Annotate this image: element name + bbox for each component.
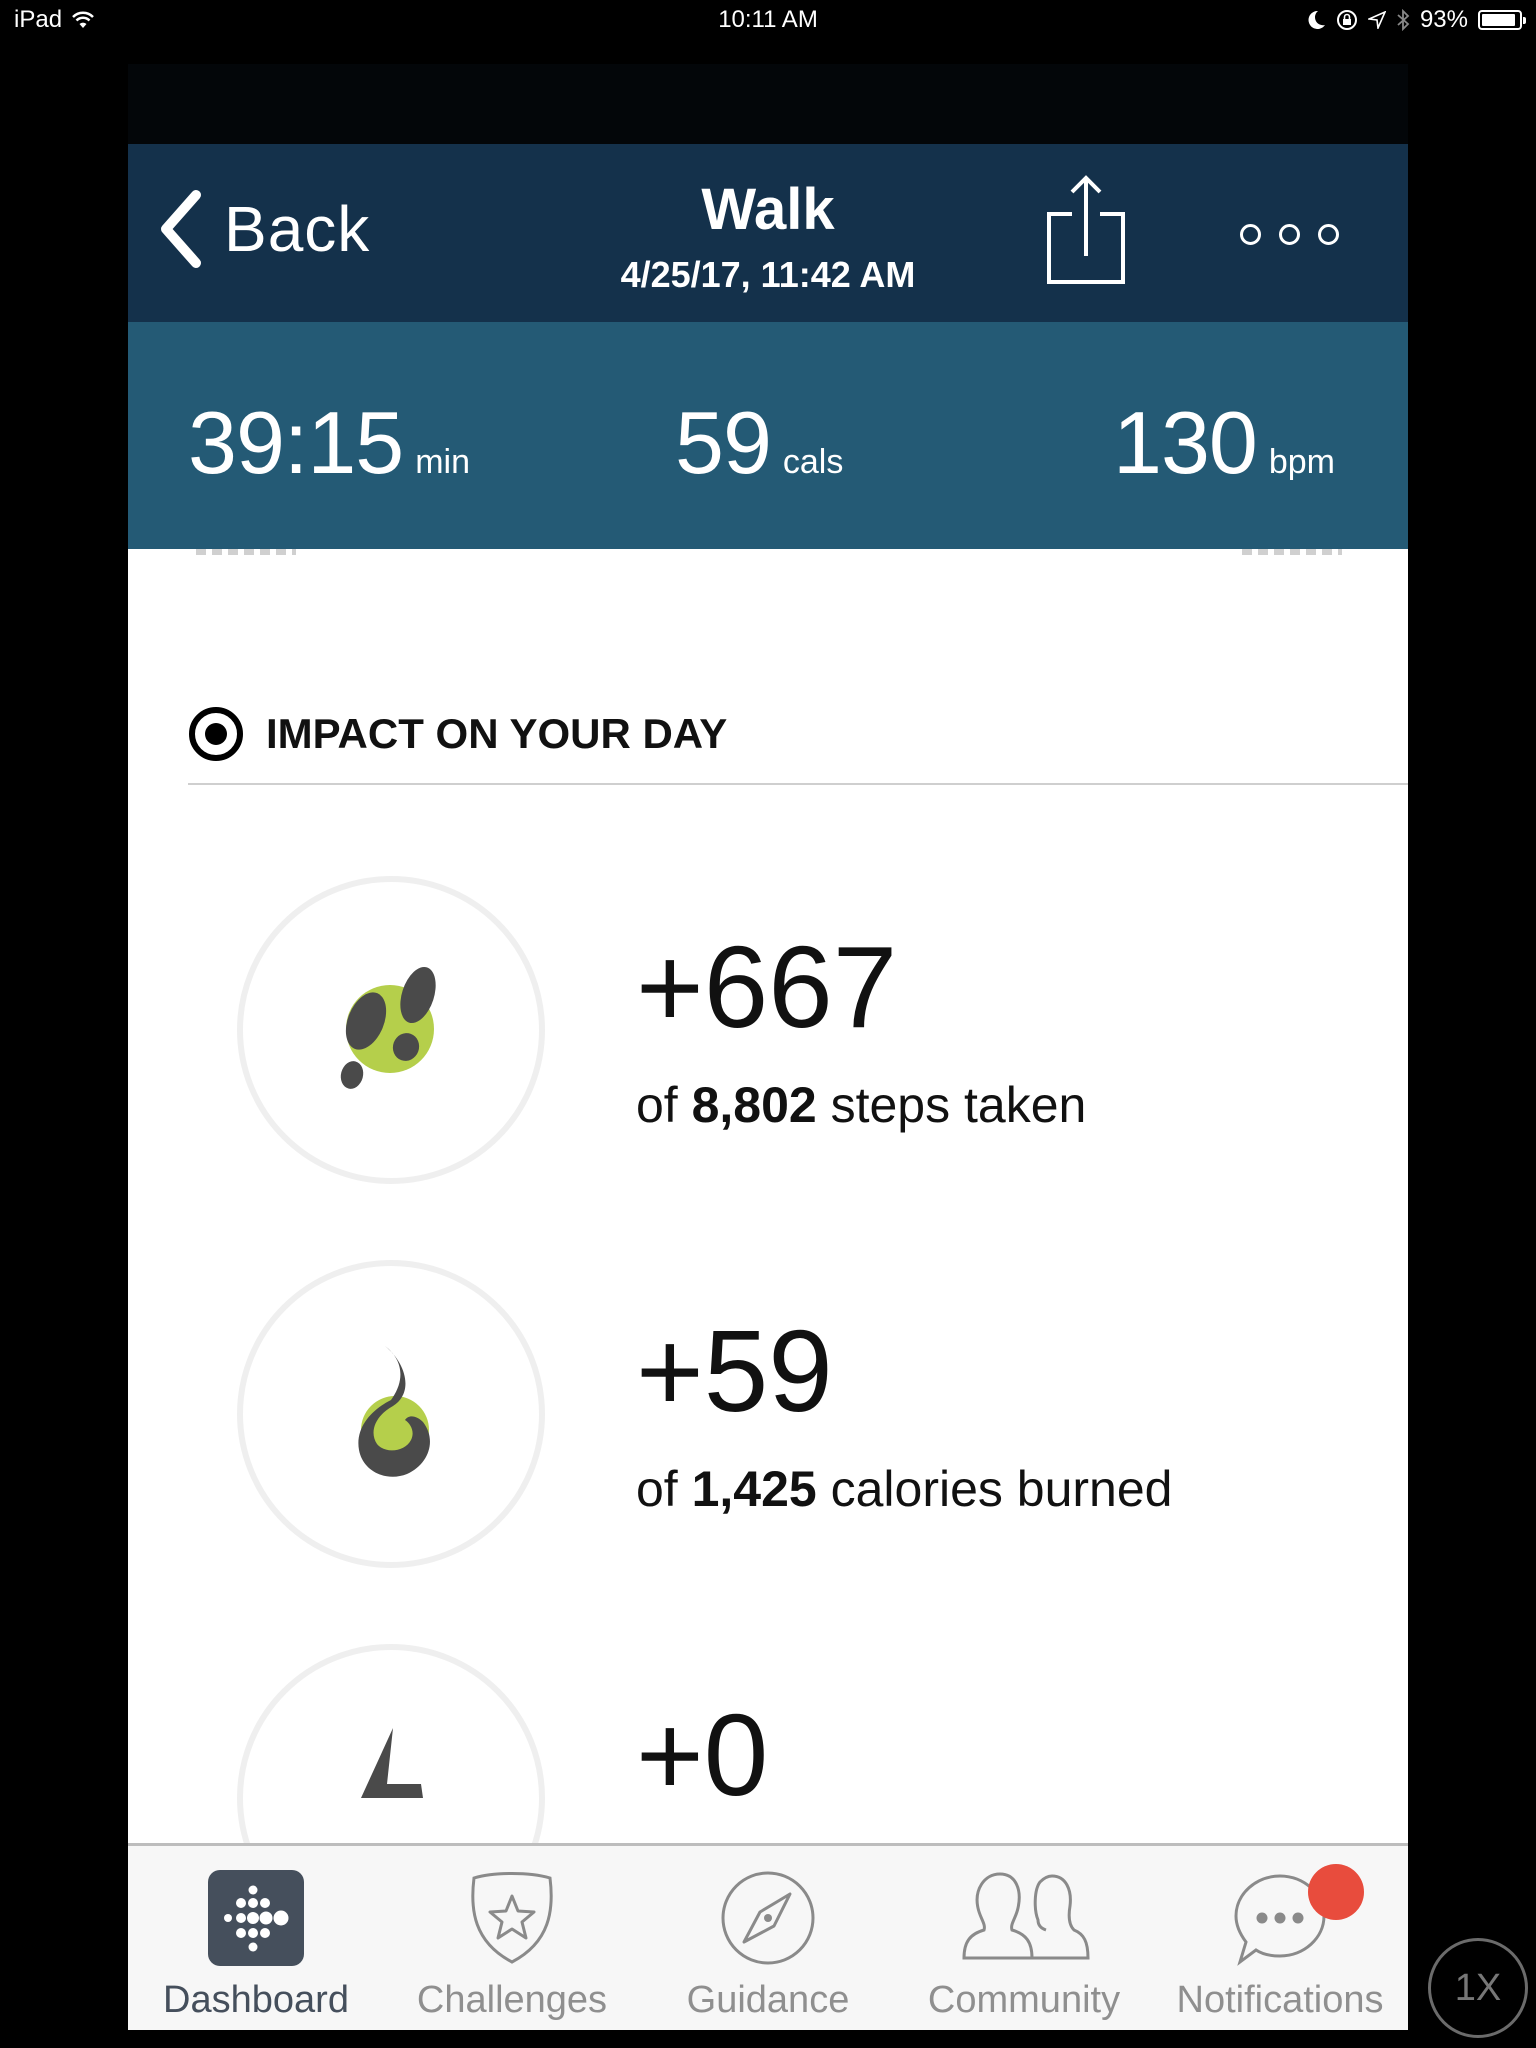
target-icon <box>189 707 243 761</box>
moon-icon <box>1308 10 1325 29</box>
status-time: 10:11 AM <box>718 6 818 33</box>
notification-badge <box>1308 1864 1364 1920</box>
stat-unit: min <box>415 443 471 481</box>
zoom-1x-button[interactable]: 1X <box>1428 1938 1528 2038</box>
community-people-icon <box>960 1870 1090 1966</box>
tab-label: Challenges <box>416 1979 608 2021</box>
more-dot-icon <box>1318 224 1339 245</box>
tab-bar: Dashboard Challenges Guidance Community … <box>128 1843 1408 2030</box>
stat-value: 130 <box>1113 393 1258 492</box>
tab-label: Dashboard <box>163 1979 349 2021</box>
impact-section-header: IMPACT ON YOUR DAY <box>188 706 727 762</box>
status-right: 93% <box>1308 6 1526 34</box>
battery-icon <box>1478 10 1526 30</box>
page-title: Walk <box>701 177 835 242</box>
stat-heart-rate: 130 bpm <box>1113 392 1335 494</box>
compass-icon <box>720 1870 816 1966</box>
steps-prefix: of <box>636 1077 692 1133</box>
tab-notifications[interactable]: Notifications <box>1152 1846 1408 2030</box>
steps-suffix: steps taken <box>816 1077 1087 1133</box>
calories-total: 1,425 <box>691 1461 817 1517</box>
more-options-button[interactable] <box>1240 224 1339 245</box>
tab-dashboard[interactable]: Dashboard <box>128 1846 384 2030</box>
stat-unit: cals <box>782 443 844 481</box>
nav-bar: Back Walk 4/25/17, 11:42 AM <box>128 144 1408 322</box>
steps-total: 8,802 <box>691 1077 817 1133</box>
bluetooth-icon <box>1397 9 1410 31</box>
challenges-badge-icon <box>464 1870 560 1966</box>
stat-calories: 59 cals <box>675 392 843 494</box>
stat-value: 39:15 <box>188 393 404 492</box>
rotation-lock-icon <box>1336 10 1357 30</box>
stat-value: 59 <box>675 393 772 492</box>
battery-fill <box>1482 14 1516 26</box>
stat-unit: bpm <box>1268 443 1335 481</box>
steps-ring <box>237 876 545 1184</box>
tab-guidance[interactable]: Guidance <box>640 1846 896 2030</box>
clipped-label-left <box>196 549 296 555</box>
share-button[interactable] <box>1046 174 1126 291</box>
active-minutes-delta: +0 <box>636 1690 769 1820</box>
tab-label: Notifications <box>1176 1979 1384 2021</box>
battery-percent: 93% <box>1419 6 1468 33</box>
status-bar: iPad 10:11 AM 93% <box>0 0 1536 44</box>
tab-label: Guidance <box>686 1979 850 2021</box>
steps-icon <box>340 966 436 1089</box>
tab-community[interactable]: Community <box>896 1846 1152 2030</box>
calories-flame-icon <box>358 1346 430 1477</box>
calories-suffix: calories burned <box>816 1461 1173 1517</box>
clipped-label-right <box>1242 549 1342 555</box>
impact-title: IMPACT ON YOUR DAY <box>266 710 728 757</box>
location-icon <box>1367 11 1386 29</box>
dashboard-icon <box>208 1870 304 1966</box>
calories-ring <box>237 1260 545 1568</box>
stats-bar: 39:15 min 59 cals 130 bpm <box>128 322 1408 549</box>
calories-summary: of 1,425 calories burned <box>636 1460 1172 1518</box>
more-dot-icon <box>1240 224 1261 245</box>
tab-label: Community <box>927 1979 1121 2021</box>
stat-duration: 39:15 min <box>188 392 470 494</box>
steps-summary: of 8,802 steps taken <box>636 1076 1086 1134</box>
section-divider <box>188 783 1408 785</box>
more-dot-icon <box>1279 224 1300 245</box>
page-subtitle-datetime: 4/25/17, 11:42 AM <box>620 254 916 295</box>
share-icon <box>1047 175 1125 284</box>
calories-delta: +59 <box>636 1306 833 1436</box>
steps-delta: +667 <box>636 922 898 1052</box>
tab-challenges[interactable]: Challenges <box>384 1846 640 2030</box>
app-window: Back Walk 4/25/17, 11:42 AM 39:15 min 59… <box>128 64 1408 2030</box>
top-band <box>128 64 1408 144</box>
calories-prefix: of <box>636 1461 692 1517</box>
